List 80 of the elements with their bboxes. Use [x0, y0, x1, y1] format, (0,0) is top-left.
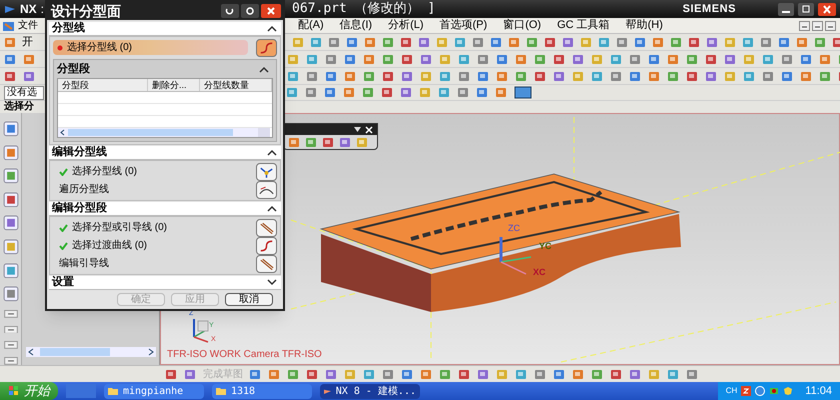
resource-tab-icon[interactable] — [2, 238, 18, 255]
resource-tab-icon[interactable] — [2, 192, 18, 208]
app-menu-icon[interactable] — [2, 20, 16, 32]
menu-item[interactable]: 配(A) — [294, 17, 328, 34]
taskbar-button[interactable]: mingpianhe — [104, 384, 204, 398]
reset-icon[interactable] — [221, 4, 239, 18]
curve-select-button[interactable] — [256, 38, 277, 56]
collapse-icon[interactable] — [267, 25, 277, 32]
quick-launch-area — [66, 384, 96, 398]
view-label: TFR-ISO WORK Camera TFR-ISO — [167, 348, 322, 362]
folder-icon — [108, 386, 119, 396]
windows-logo-icon — [8, 385, 20, 397]
brand-label: SIEMENS — [682, 2, 736, 17]
menu-item[interactable]: GC 工具箱 — [553, 17, 614, 34]
folder-icon — [216, 386, 227, 396]
horizontal-scrollbar[interactable] — [26, 347, 156, 357]
menu-item[interactable]: 窗口(O) — [499, 17, 546, 34]
horizontal-scrollbar[interactable] — [58, 128, 270, 137]
minimize-icon[interactable] — [778, 2, 794, 16]
window-control-icon[interactable] — [825, 20, 836, 30]
group-header[interactable]: 分型段 — [57, 61, 90, 78]
option-label: 编辑引导线 — [59, 256, 109, 271]
start-button[interactable]: 开始 — [0, 382, 58, 400]
resource-tab-icon[interactable] — [2, 215, 18, 231]
collapse-icon[interactable] — [267, 149, 277, 156]
dashed-line — [290, 292, 362, 310]
window-title: 067.prt （修改的） ] — [292, 0, 436, 18]
axis-label: XC — [533, 266, 546, 279]
view-triad-drawing — [193, 319, 208, 343]
settings-icon[interactable] — [241, 4, 259, 18]
taskbar-button[interactable]: NX 8 - 建模... — [320, 384, 420, 398]
menu-item[interactable]: 文件 — [18, 18, 38, 33]
selection-field[interactable]: 选择分型线 (0) — [53, 40, 248, 55]
resource-label: 选择分 — [4, 101, 34, 113]
small-button-icon[interactable] — [4, 357, 18, 365]
menu-item[interactable]: 信息(I) — [336, 17, 376, 34]
tray-icon[interactable] — [755, 386, 766, 396]
close-icon[interactable] — [365, 126, 373, 134]
expand-icon[interactable] — [267, 279, 277, 286]
resource-tab-icon[interactable] — [2, 262, 18, 278]
option-label: 遍历分型线 — [59, 182, 109, 197]
ime-icon[interactable] — [741, 386, 752, 396]
option-label: 选择过渡曲线 (0) — [72, 238, 147, 253]
dropdown-icon[interactable] — [354, 127, 361, 132]
window-control-icon[interactable] — [812, 20, 823, 30]
axis-label: ZC — [508, 222, 520, 235]
resource-tab-icon[interactable] — [2, 168, 18, 184]
app-name: NX — [20, 1, 37, 18]
tray-icon[interactable] — [769, 386, 780, 396]
close-icon[interactable] — [818, 2, 836, 16]
toolbar-label[interactable]: 开 — [22, 34, 33, 50]
resource-tab-icon[interactable] — [2, 144, 18, 160]
menu-item[interactable]: 首选项(P) — [436, 17, 492, 34]
collapse-icon[interactable] — [259, 66, 269, 73]
restore-icon[interactable] — [798, 2, 814, 16]
resource-tab-icon[interactable] — [2, 121, 18, 137]
taskbar-button[interactable]: 1318 — [212, 384, 312, 398]
column-header[interactable]: 删除分... — [148, 79, 200, 91]
section-header[interactable]: 设置 — [52, 274, 74, 291]
title-separator: : — [40, 1, 44, 18]
small-button-icon[interactable] — [4, 326, 18, 334]
menu-item[interactable]: 分析(L) — [384, 17, 428, 34]
nx-logo-icon — [4, 3, 16, 15]
view-icon[interactable] — [514, 86, 532, 99]
resource-tab-icon[interactable] — [2, 286, 18, 302]
window-control-icon[interactable] — [799, 20, 810, 30]
collapse-icon[interactable] — [267, 205, 277, 212]
coordinate-triad-drawing — [500, 237, 532, 275]
column-header[interactable]: 分型段 — [58, 79, 148, 91]
column-header[interactable]: 分型线数量 — [200, 79, 272, 91]
dialog-title: 设计分型面 — [51, 3, 121, 19]
option-label: 选择分型线 (0) — [72, 164, 137, 179]
small-button-icon[interactable] — [4, 310, 18, 318]
dialog-button[interactable]: 取消 — [225, 293, 273, 306]
shield-icon[interactable] — [783, 386, 794, 396]
menu-item[interactable]: 帮助(H) — [622, 17, 667, 34]
selection-filter-dropdown[interactable]: 没有选 — [4, 86, 44, 100]
small-button-icon[interactable] — [4, 341, 18, 350]
clock: 11:04 — [805, 384, 832, 399]
section-header[interactable]: 分型线 — [52, 20, 85, 37]
